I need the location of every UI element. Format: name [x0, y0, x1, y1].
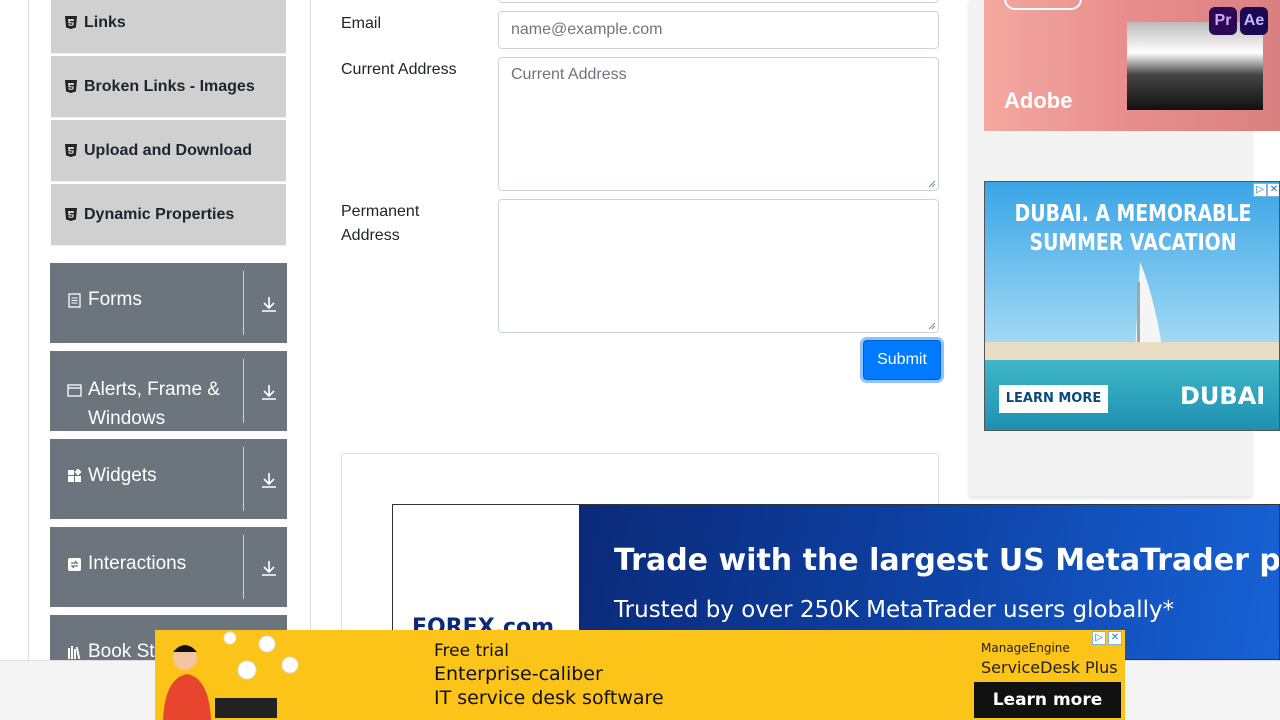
ad-line-3: IT service desk software [434, 687, 664, 709]
adobe-logo: Adobe [1004, 88, 1073, 113]
sidebar-divider [310, 0, 311, 660]
ad-illustration [155, 630, 305, 720]
html5-icon [65, 144, 77, 157]
sidebar-item-links[interactable]: Links [51, 0, 286, 54]
separator [243, 271, 244, 335]
current-address-placeholder: Current Address [511, 66, 627, 83]
permanent-address-field[interactable] [498, 199, 939, 333]
permanent-address-label: Permanent Address [341, 203, 420, 244]
premiere-badge: Pr [1209, 7, 1237, 35]
forex-title: Trade with the largest US MetaTrader pro… [614, 543, 1280, 578]
close-ad-icon[interactable]: ✕ [1267, 183, 1279, 197]
submit-button[interactable]: Submit [863, 340, 941, 380]
widgets-icon [68, 469, 82, 482]
group-label: Forms [88, 289, 142, 310]
ad-image [1127, 22, 1263, 110]
resize-handle-icon[interactable] [928, 180, 936, 188]
html5-icon [65, 208, 77, 221]
interactions-icon [68, 558, 81, 571]
sidebar-group-widgets[interactable]: Widgets [50, 439, 287, 519]
group-label: Alerts, Frame & Windows [88, 379, 220, 429]
learn-more-button[interactable]: Learn more [974, 682, 1121, 718]
dubai-headline-1: DUBAI. A MEMORABLE [1014, 201, 1252, 227]
sidebar-group-forms[interactable]: Forms [50, 263, 287, 343]
dubai-learn-more-button[interactable]: LEARN MORE [999, 385, 1108, 413]
separator [243, 359, 244, 423]
book-icon [68, 646, 81, 660]
resize-handle-icon[interactable] [928, 322, 936, 330]
ad-line-1: Free trial [434, 641, 509, 661]
current-address-label: Current Address [341, 61, 457, 78]
sidebar-item-label: Broken Links - Images [84, 77, 255, 95]
forex-subtitle: Trusted by over 250K MetaTrader users gl… [614, 597, 1175, 623]
html5-icon [65, 80, 77, 93]
adchoices-icon[interactable]: ▷ [1253, 183, 1267, 197]
window-icon [67, 384, 82, 397]
email-label: Email [341, 15, 382, 32]
ad-line-2: Enterprise-caliber [434, 663, 603, 685]
email-field[interactable] [498, 11, 939, 49]
adobe-ad[interactable]: Pr Ae Adobe [984, 0, 1280, 131]
form-icon [68, 293, 81, 308]
brand-line-2: ServiceDesk Plus [981, 658, 1118, 677]
after-effects-badge: Ae [1240, 7, 1268, 35]
group-label: Interactions [88, 553, 187, 574]
download-icon[interactable] [260, 383, 278, 401]
group-label: Widgets [88, 465, 157, 486]
servicedesk-ad[interactable]: Free trial Enterprise-caliber IT service… [155, 630, 1125, 720]
html5-icon [65, 16, 77, 29]
sidebar-group-alerts[interactable]: Alerts, Frame & Windows [50, 351, 287, 431]
ad-pill-button[interactable] [1004, 0, 1082, 10]
sidebar-item-upload-download[interactable]: Upload and Download [51, 120, 286, 182]
sidebar-item-broken-links[interactable]: Broken Links - Images [51, 56, 286, 118]
adchoices-icon[interactable]: ▷ [1092, 631, 1106, 645]
current-address-field[interactable]: Current Address [498, 57, 939, 191]
download-icon[interactable] [260, 295, 278, 313]
close-ad-icon[interactable]: ✕ [1108, 631, 1122, 645]
separator [243, 535, 244, 599]
dubai-ad[interactable]: DUBAI. A MEMORABLE SUMMER VACATION LEARN… [984, 181, 1280, 431]
left-divider [28, 0, 29, 660]
sidebar-item-label: Dynamic Properties [84, 205, 235, 223]
download-icon[interactable] [260, 559, 278, 577]
dubai-logo: DUBAI [1180, 382, 1266, 410]
sidebar-group-interactions[interactable]: Interactions [50, 527, 287, 607]
sidebar-item-label: Links [84, 13, 126, 31]
download-icon[interactable] [260, 471, 278, 489]
dubai-headline-2: SUMMER VACATION [1029, 230, 1237, 256]
previous-input[interactable] [498, 0, 939, 3]
sidebar-item-dynamic-properties[interactable]: Dynamic Properties [51, 184, 286, 246]
separator [243, 447, 244, 511]
sidebar-item-label: Upload and Download [84, 141, 252, 159]
